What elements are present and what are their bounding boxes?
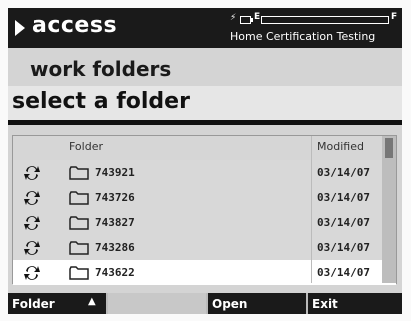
fuel-gauge [261,16,389,24]
folder-modified: 03/14/07 [317,191,370,204]
column-header-modified: Modified [317,140,364,153]
column-header-folder: Folder [69,140,103,153]
softkey-open[interactable]: Open [208,293,308,314]
header-subtitle: Home Certification Testing [230,30,376,43]
folder-modified: 03/14/07 [317,241,370,254]
column-divider [311,136,312,283]
softkey-folder[interactable]: Folder ▲ [8,293,108,314]
folder-row-selected[interactable]: 743622 03/14/07 [13,260,396,285]
softkey-folder-label: Folder [12,297,55,311]
fuel-full-label: F [391,12,398,22]
up-arrow-icon: ▲ [88,296,96,307]
folder-modified: 03/14/07 [317,166,370,179]
list-header: Folder Modified [13,136,396,160]
folder-name: 743726 [95,191,135,204]
fuel-empty-label: E [254,12,261,22]
softkey-exit-label: Exit [312,297,338,311]
play-arrow-icon [15,20,25,36]
sync-icon [24,266,40,280]
sync-icon [24,191,40,205]
folder-modified: 03/14/07 [317,266,370,279]
folder-icon [69,166,89,180]
sync-icon [24,216,40,230]
select-title: select a folder [12,89,190,114]
battery-icon [240,16,253,24]
folder-list: Folder Modified 743921 03/14/07 743726 0… [12,135,397,285]
softkey-blank[interactable] [108,293,208,314]
folder-icon [69,266,89,280]
folder-row[interactable]: 743921 03/14/07 [13,160,396,185]
list-scrollbar[interactable] [382,136,396,283]
folder-modified: 03/14/07 [317,216,370,229]
folder-name: 743827 [95,216,135,229]
lightning-icon: ⚡ [230,13,237,23]
header-bar: access ⚡ E F Home Certification Testing [8,8,402,48]
folder-icon [69,216,89,230]
sync-icon [24,241,40,255]
softkey-exit[interactable]: Exit [308,293,402,314]
select-folder-bar: select a folder [8,86,402,125]
folder-name: 743622 [95,266,135,279]
scrollbar-thumb[interactable] [385,138,393,158]
softkey-bar: Folder ▲ Open Exit [8,293,402,314]
folder-name: 743921 [95,166,135,179]
status-indicators: ⚡ E F [230,12,398,25]
sync-icon [24,166,40,180]
folder-icon [69,241,89,255]
folder-row[interactable]: 743827 03/14/07 [13,210,396,235]
section-title: work folders [30,57,172,81]
folder-row[interactable]: 743286 03/14/07 [13,235,396,260]
app-title: access [32,13,118,38]
folder-row[interactable]: 743726 03/14/07 [13,185,396,210]
folder-name: 743286 [95,241,135,254]
folder-icon [69,191,89,205]
softkey-open-label: Open [212,297,248,311]
